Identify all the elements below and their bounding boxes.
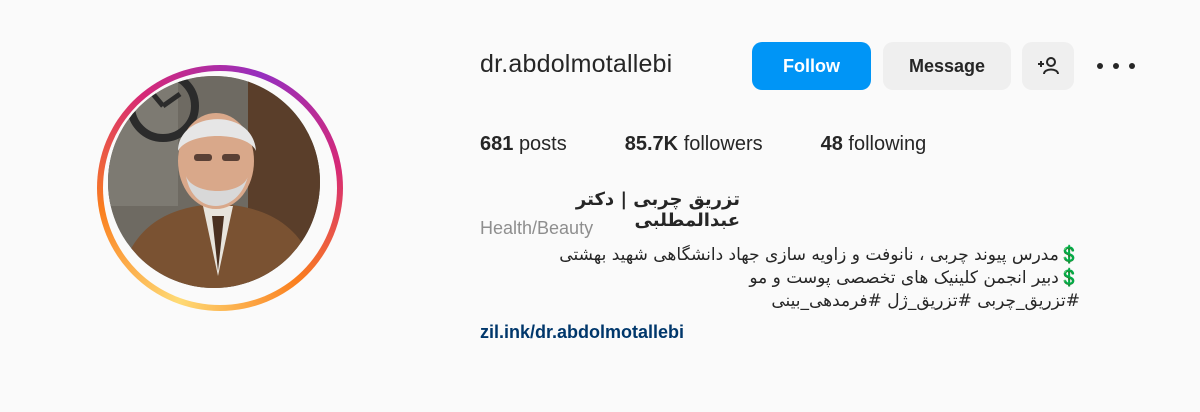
more-options-icon[interactable] — [1094, 52, 1138, 80]
avatar[interactable] — [108, 76, 320, 288]
bio-line: 💲دبیر انجمن کلینیک های تخصصی پوست و مو — [749, 268, 1080, 288]
username: dr.abdolmotallebi — [480, 50, 673, 78]
bio-hashtags[interactable]: #تزریق_چربی #تزریق_ژل #فرمدهی_بینی — [480, 290, 1080, 313]
bio-line: 💲مدرس پیوند چربی ، نانوفت و زاویه سازی ج… — [559, 245, 1080, 265]
bio-category: Health/Beauty — [480, 218, 594, 238]
dot — [1097, 63, 1103, 69]
avatar-photo — [108, 76, 320, 288]
followers-count-value: 85.7K — [624, 133, 679, 155]
following-count[interactable]: 48 following — [821, 133, 927, 156]
bio-link[interactable]: zil.ink/dr.abdolmotallebi — [480, 322, 684, 343]
followers-label: followers — [683, 133, 763, 155]
dot — [1129, 63, 1135, 69]
add-person-icon — [1038, 57, 1059, 75]
posts-count[interactable]: 681 posts — [480, 133, 567, 156]
dot — [1113, 63, 1119, 69]
posts-count-value: 681 — [480, 133, 514, 155]
followers-count[interactable]: 85.7K followers — [625, 133, 763, 156]
posts-label: posts — [518, 133, 567, 155]
following-label: following — [848, 133, 927, 155]
follow-button[interactable]: Follow — [752, 42, 871, 90]
message-button[interactable]: Message — [883, 42, 1011, 90]
following-count-value: 48 — [820, 133, 843, 155]
suggest-similar-button[interactable] — [1022, 42, 1074, 90]
bio-text: 💲مدرس پیوند چربی ، نانوفت و زاویه سازی ج… — [480, 244, 1080, 313]
profile-stats: 681 posts 85.7K followers 48 following — [480, 133, 984, 156]
profile-avatar-ring[interactable] — [97, 65, 343, 311]
